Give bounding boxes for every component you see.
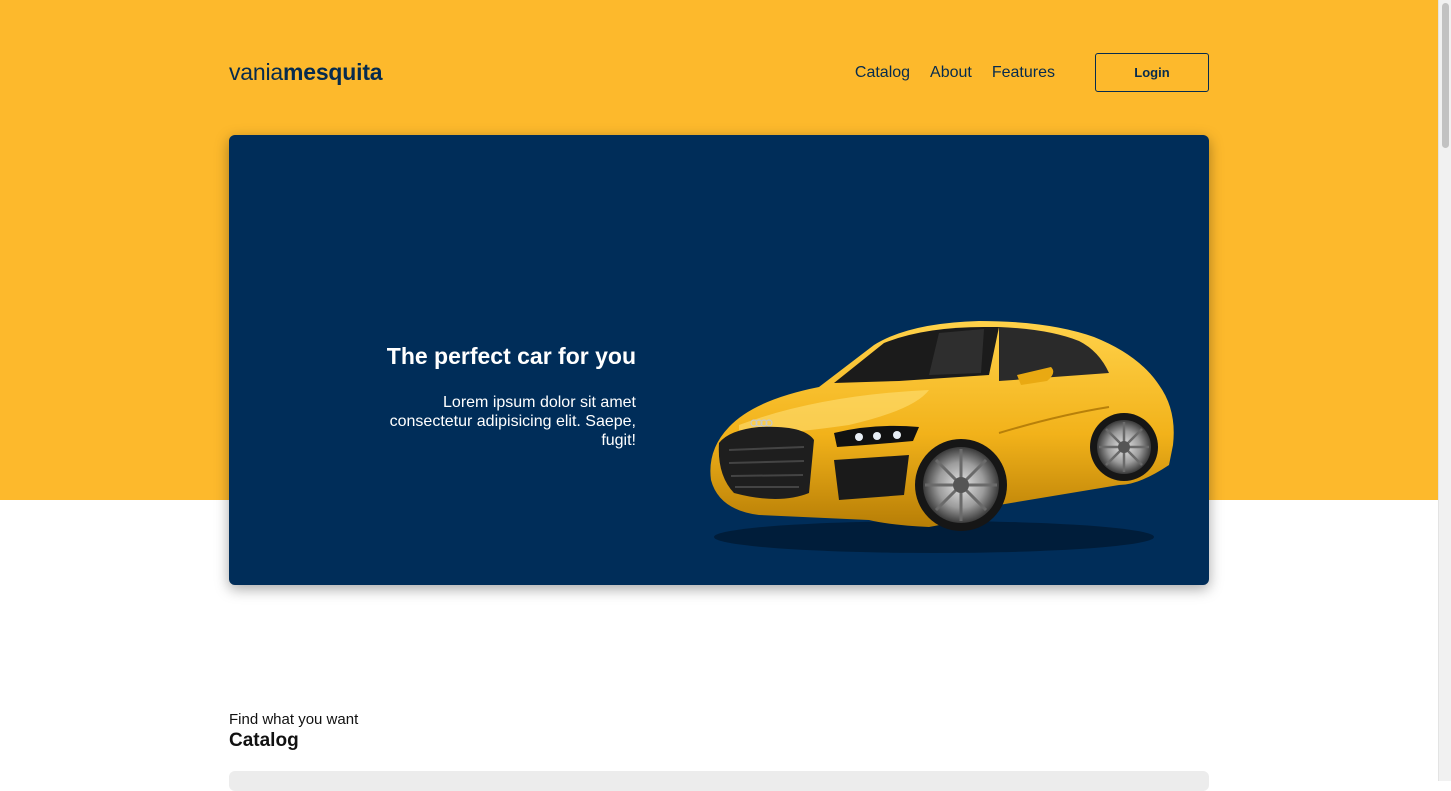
- nav-link-catalog[interactable]: Catalog: [855, 64, 910, 82]
- scrollbar[interactable]: [1438, 0, 1451, 781]
- login-button[interactable]: Login: [1095, 53, 1209, 92]
- main-nav: Catalog About Features Login: [855, 53, 1209, 92]
- hero-text: The perfect car for you Lorem ipsum dolo…: [359, 343, 636, 450]
- car-image: [710, 321, 1174, 553]
- site-logo[interactable]: vaniamesquita: [229, 59, 383, 86]
- nav-link-features[interactable]: Features: [992, 64, 1055, 82]
- hero-description: Lorem ipsum dolor sit amet consectetur a…: [389, 394, 636, 449]
- hero-card: The perfect car for you Lorem ipsum dolo…: [229, 135, 1209, 585]
- logo-light-text: vania: [229, 59, 283, 85]
- scrollbar-thumb[interactable]: [1442, 3, 1449, 148]
- catalog-section-intro: Find what you want Catalog: [229, 711, 358, 752]
- nav-link-about[interactable]: About: [930, 64, 972, 82]
- hero-title: The perfect car for you: [386, 343, 636, 369]
- catalog-subtitle: Find what you want: [229, 711, 359, 728]
- site-header: vaniamesquita Catalog About Features Log…: [229, 53, 1209, 92]
- logo-bold-text: mesquita: [283, 59, 383, 85]
- catalog-container: [229, 771, 1209, 791]
- catalog-title: Catalog: [229, 730, 299, 751]
